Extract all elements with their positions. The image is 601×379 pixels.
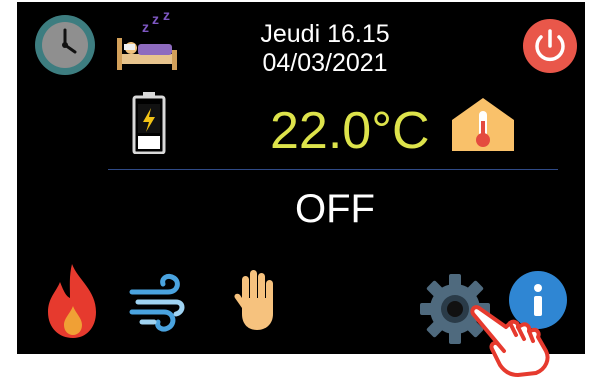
mode-status: OFF xyxy=(295,187,375,231)
power-button[interactable] xyxy=(522,18,578,74)
day-time-text: Jeudi 16.15 xyxy=(260,20,390,48)
clock-icon xyxy=(35,15,95,75)
datetime-display: Jeudi 16.15 04/03/2021 xyxy=(230,20,420,78)
clock-button[interactable] xyxy=(34,14,96,76)
battery-status xyxy=(132,92,166,154)
svg-text:z: z xyxy=(142,19,149,35)
pointing-hand-icon xyxy=(470,305,550,377)
wind-icon xyxy=(129,273,185,332)
hand-stop-icon xyxy=(234,270,273,330)
divider xyxy=(108,169,558,170)
svg-text:z: z xyxy=(152,11,159,27)
stop-button[interactable] xyxy=(232,268,278,332)
sleep-button[interactable]: z z z xyxy=(112,10,178,72)
indoor-temperature-indicator xyxy=(450,96,516,152)
flame-icon xyxy=(48,264,96,338)
date-text: 04/03/2021 xyxy=(262,49,388,77)
pointing-hand-cursor xyxy=(466,305,562,377)
heat-mode-button[interactable] xyxy=(42,262,104,340)
svg-text:z: z xyxy=(163,10,170,23)
battery-charging-icon xyxy=(132,92,166,154)
sleep-icon: z z z xyxy=(117,10,177,70)
power-icon xyxy=(523,19,577,73)
ventilation-mode-button[interactable] xyxy=(128,268,186,336)
home-thermometer-icon xyxy=(452,98,514,151)
temperature-readout: 22.0°C xyxy=(270,102,430,160)
